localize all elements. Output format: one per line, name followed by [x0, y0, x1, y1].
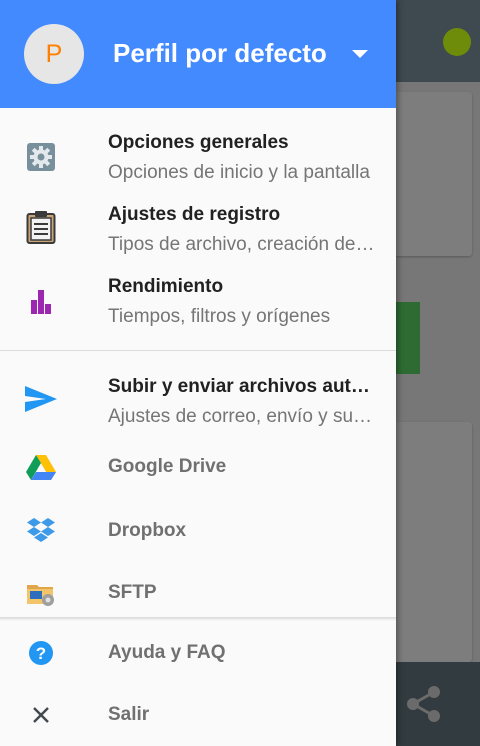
menu-item-subtitle: Tiempos, filtros y orígenes: [108, 306, 331, 327]
menu-item-label: Dropbox: [108, 520, 187, 541]
menu-item-label: Ayuda y FAQ: [108, 642, 226, 663]
gear-icon: [24, 140, 58, 174]
menu-item-help-faq[interactable]: ? Ayuda y FAQ: [0, 622, 396, 684]
background-card: [396, 92, 472, 256]
background-green-button: [396, 302, 420, 374]
help-icon: ?: [24, 636, 58, 670]
svg-text:?: ?: [36, 644, 46, 663]
menu-item-label: Google Drive: [108, 456, 227, 477]
send-icon: [24, 382, 58, 416]
bar-chart-icon: [24, 284, 58, 318]
navigation-drawer: P Perfil por defecto Opciones generales …: [0, 0, 396, 746]
menu-item-general-options[interactable]: Opciones generales Opciones de inicio y …: [0, 120, 396, 192]
close-icon: [24, 698, 58, 732]
menu-item-title: Ajustes de registro: [108, 204, 281, 225]
menu-divider: [0, 350, 396, 351]
menu-item-log-settings[interactable]: Ajustes de registro Tipos de archivo, cr…: [0, 192, 396, 264]
menu-item-dropbox[interactable]: Dropbox: [0, 500, 396, 562]
menu-item-performance[interactable]: Rendimiento Tiempos, filtros y orígenes: [0, 264, 396, 336]
background-card: [396, 422, 472, 662]
menu-divider: [0, 617, 396, 621]
menu-item-title: Subir y enviar archivos automáticamente: [108, 376, 376, 397]
menu-item-subtitle: Ajustes de correo, envío y subida: [108, 406, 376, 427]
menu-item-sftp[interactable]: SFTP: [0, 562, 396, 620]
dropbox-icon: [24, 514, 58, 548]
share-icon[interactable]: [404, 684, 444, 724]
status-indicator-dot: [443, 28, 471, 56]
menu-item-label: Salir: [108, 704, 150, 725]
menu-item-subtitle: Opciones de inicio y la pantalla: [108, 162, 370, 183]
sftp-folder-icon: [24, 576, 58, 610]
drawer-header[interactable]: P Perfil por defecto: [0, 0, 396, 108]
avatar[interactable]: P: [24, 24, 84, 84]
menu-item-exit[interactable]: Salir: [0, 684, 396, 746]
clipboard-icon: [24, 210, 58, 244]
menu-item-title: Rendimiento: [108, 276, 224, 297]
menu-item-google-drive[interactable]: Google Drive: [0, 436, 396, 500]
menu-item-upload-send[interactable]: Subir y enviar archivos automáticamente …: [0, 364, 396, 436]
profile-name[interactable]: Perfil por defecto: [113, 38, 327, 69]
dropdown-arrow-icon[interactable]: [352, 50, 368, 58]
google-drive-icon: [24, 450, 58, 484]
menu-item-title: Opciones generales: [108, 132, 289, 153]
menu-item-subtitle: Tipos de archivo, creación de registros: [108, 234, 376, 255]
menu-item-label: SFTP: [108, 582, 157, 603]
